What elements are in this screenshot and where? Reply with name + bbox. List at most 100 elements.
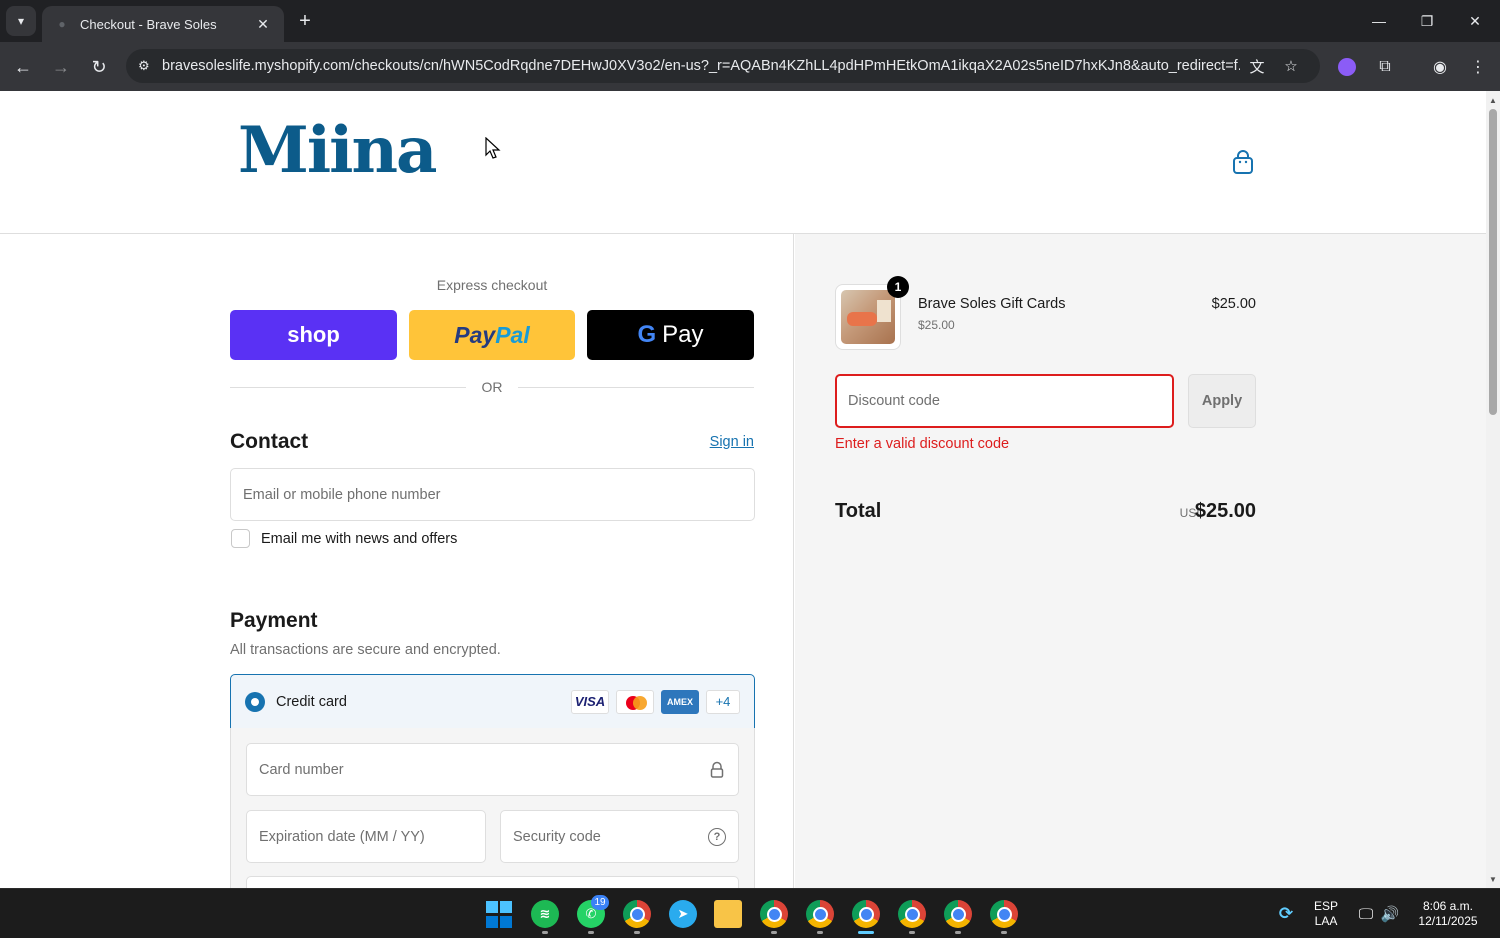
tab-favicon-icon: ● — [58, 17, 66, 31]
chrome-profile-running-indicator — [817, 931, 823, 934]
minimize-icon[interactable]: — — [1356, 0, 1402, 42]
expiration-date-field[interactable] — [246, 810, 486, 863]
bookmark-star-icon[interactable]: ☆ — [1274, 57, 1308, 75]
name-on-card-field[interactable] — [246, 876, 739, 888]
profile-icon[interactable]: ◉ — [1426, 53, 1454, 81]
page-scrollbar[interactable]: ▲ ▼ — [1486, 91, 1500, 888]
chrome-profile-running-indicator — [955, 931, 961, 934]
chrome-icon[interactable] — [623, 900, 651, 928]
paypal-button[interactable]: Pay Pal — [409, 310, 575, 360]
card-number-field[interactable] — [246, 743, 739, 796]
visa-logo-icon: VISA — [571, 689, 609, 714]
security-code-input[interactable] — [513, 828, 708, 845]
chrome-profile-icon[interactable] — [806, 900, 834, 928]
chrome-profile-running-indicator — [771, 931, 777, 934]
sync-icon[interactable]: ⟳ — [1272, 900, 1300, 928]
product-variant-price: $25.00 — [918, 318, 955, 332]
volume-icon[interactable]: 🔊 — [1376, 900, 1404, 928]
chrome-active-indicator — [858, 931, 874, 934]
payment-subtitle: All transactions are secure and encrypte… — [230, 642, 501, 658]
spotify-running-indicator — [542, 931, 548, 934]
shop-pay-label: shop — [287, 322, 340, 347]
translate-icon[interactable]: 文 — [1240, 56, 1274, 77]
total-value: $25.00 — [1194, 500, 1256, 522]
google-pay-label: Pay — [662, 321, 704, 348]
question-mark-help-icon[interactable]: ? — [708, 827, 726, 846]
quantity-badge: 1 — [887, 276, 909, 298]
telegram-icon[interactable]: ➤ — [669, 900, 697, 928]
shop-pay-button[interactable]: shop — [230, 310, 397, 360]
address-url[interactable]: bravesoleslife.myshopify.com/checkouts/c… — [162, 58, 1240, 74]
browser-tabbar: ▾ ● Checkout - Brave Soles ✕ + — ❐ ✕ — [0, 0, 1500, 42]
whatsapp-running-indicator — [588, 931, 594, 934]
scroll-up-icon[interactable]: ▲ — [1486, 93, 1500, 107]
credit-card-label: Credit card — [276, 693, 347, 710]
forward-arrow-icon[interactable]: → — [46, 52, 76, 82]
back-arrow-icon[interactable]: ← — [8, 52, 38, 82]
discount-code-input[interactable] — [848, 393, 1161, 409]
news-offers-row[interactable]: Email me with news and offers — [231, 529, 457, 548]
product-name: Brave Soles Gift Cards — [918, 296, 1066, 312]
scrollbar-thumb[interactable] — [1489, 109, 1497, 415]
news-offers-checkbox[interactable] — [231, 529, 250, 548]
extension-purple-icon[interactable] — [1333, 53, 1361, 81]
express-checkout-label: Express checkout — [436, 277, 548, 293]
windows-start-icon[interactable] — [485, 900, 513, 928]
spotify-icon[interactable]: ≋ — [531, 900, 559, 928]
checkout-page: Miina Express checkout shop Pay Pal G Pay… — [0, 91, 1486, 888]
chrome-profile-icon[interactable] — [990, 900, 1018, 928]
security-code-field[interactable]: ? — [500, 810, 739, 863]
file-explorer-icon[interactable] — [714, 900, 742, 928]
window-close-icon[interactable]: ✕ — [1452, 0, 1498, 42]
chrome-profile-icon[interactable] — [760, 900, 788, 928]
chrome-profile-running-indicator — [909, 931, 915, 934]
sign-in-link[interactable]: Sign in — [700, 434, 754, 450]
clock[interactable]: 8:06 a.m. 12/11/2025 — [1406, 899, 1490, 929]
checkout-main: Express checkout shop Pay Pal G Pay OR Co… — [0, 234, 794, 888]
card-number-input[interactable] — [259, 761, 708, 778]
language-code: ESP — [1313, 899, 1338, 913]
chrome-running-indicator — [634, 931, 640, 934]
discount-code-field[interactable] — [835, 374, 1174, 428]
site-info-icon[interactable]: ⚙ — [138, 58, 162, 74]
clock-time: 8:06 a.m. — [1422, 899, 1474, 913]
store-logo[interactable]: Miina — [238, 113, 437, 188]
discount-error-message: Enter a valid discount code — [835, 436, 1010, 452]
email-input[interactable] — [243, 486, 742, 503]
credit-card-radio[interactable] — [245, 691, 265, 712]
order-summary: 1 Brave Soles Gift Cards $25.00 $25.00 A… — [795, 234, 1486, 888]
google-pay-button[interactable]: G Pay — [587, 310, 754, 360]
tab-close-icon[interactable]: ✕ — [254, 16, 272, 33]
mouse-cursor-icon — [485, 137, 501, 159]
reload-icon[interactable]: ↻ — [84, 52, 114, 82]
credit-card-option[interactable]: Credit card VISA AMEX +4 — [230, 674, 755, 729]
browser-toolbar: ← → ↻ ⚙ bravesoleslife.myshopify.com/che… — [0, 42, 1500, 91]
expiration-date-input[interactable] — [259, 828, 473, 845]
keyboard-layout: LAA — [1314, 914, 1338, 928]
tab-search-chevron-icon[interactable]: ▾ — [6, 6, 36, 36]
shopping-bag-icon[interactable] — [1231, 149, 1255, 175]
browser-menu-icon[interactable]: ⋮ — [1464, 53, 1492, 81]
chrome-profile-icon[interactable] — [944, 900, 972, 928]
paypal-label-part1: Pay — [454, 321, 496, 348]
windows-taskbar: ≋ ✆ 19 ➤ ⟳ ESP LAA 🖵 🔊 8:06 a.m. 12/11/2… — [0, 888, 1500, 938]
email-field[interactable] — [230, 468, 755, 521]
new-tab-plus-icon[interactable]: + — [292, 8, 318, 34]
mastercard-logo-icon — [616, 689, 654, 714]
divider-line-right — [518, 387, 754, 388]
address-bar[interactable]: ⚙ bravesoleslife.myshopify.com/checkouts… — [126, 49, 1320, 83]
google-g-icon: G — [637, 321, 657, 348]
browser-tab-checkout[interactable]: ● Checkout - Brave Soles ✕ — [42, 6, 284, 42]
apply-discount-button[interactable]: Apply — [1188, 374, 1256, 428]
chrome-profile-running-indicator — [1001, 931, 1007, 934]
language-indicator[interactable]: ESP LAA — [1308, 899, 1344, 929]
amex-logo-icon: AMEX — [661, 689, 699, 714]
restore-icon[interactable]: ❐ — [1404, 0, 1450, 42]
scroll-down-icon[interactable]: ▼ — [1486, 872, 1500, 886]
news-offers-label: Email me with news and offers — [261, 530, 458, 547]
extensions-puzzle-icon[interactable]: ⧉ — [1371, 53, 1399, 81]
chrome-active-icon[interactable] — [852, 900, 880, 928]
chrome-profile-icon[interactable] — [898, 900, 926, 928]
more-cards-badge[interactable]: +4 — [706, 689, 740, 714]
clock-date: 12/11/2025 — [1418, 914, 1478, 928]
